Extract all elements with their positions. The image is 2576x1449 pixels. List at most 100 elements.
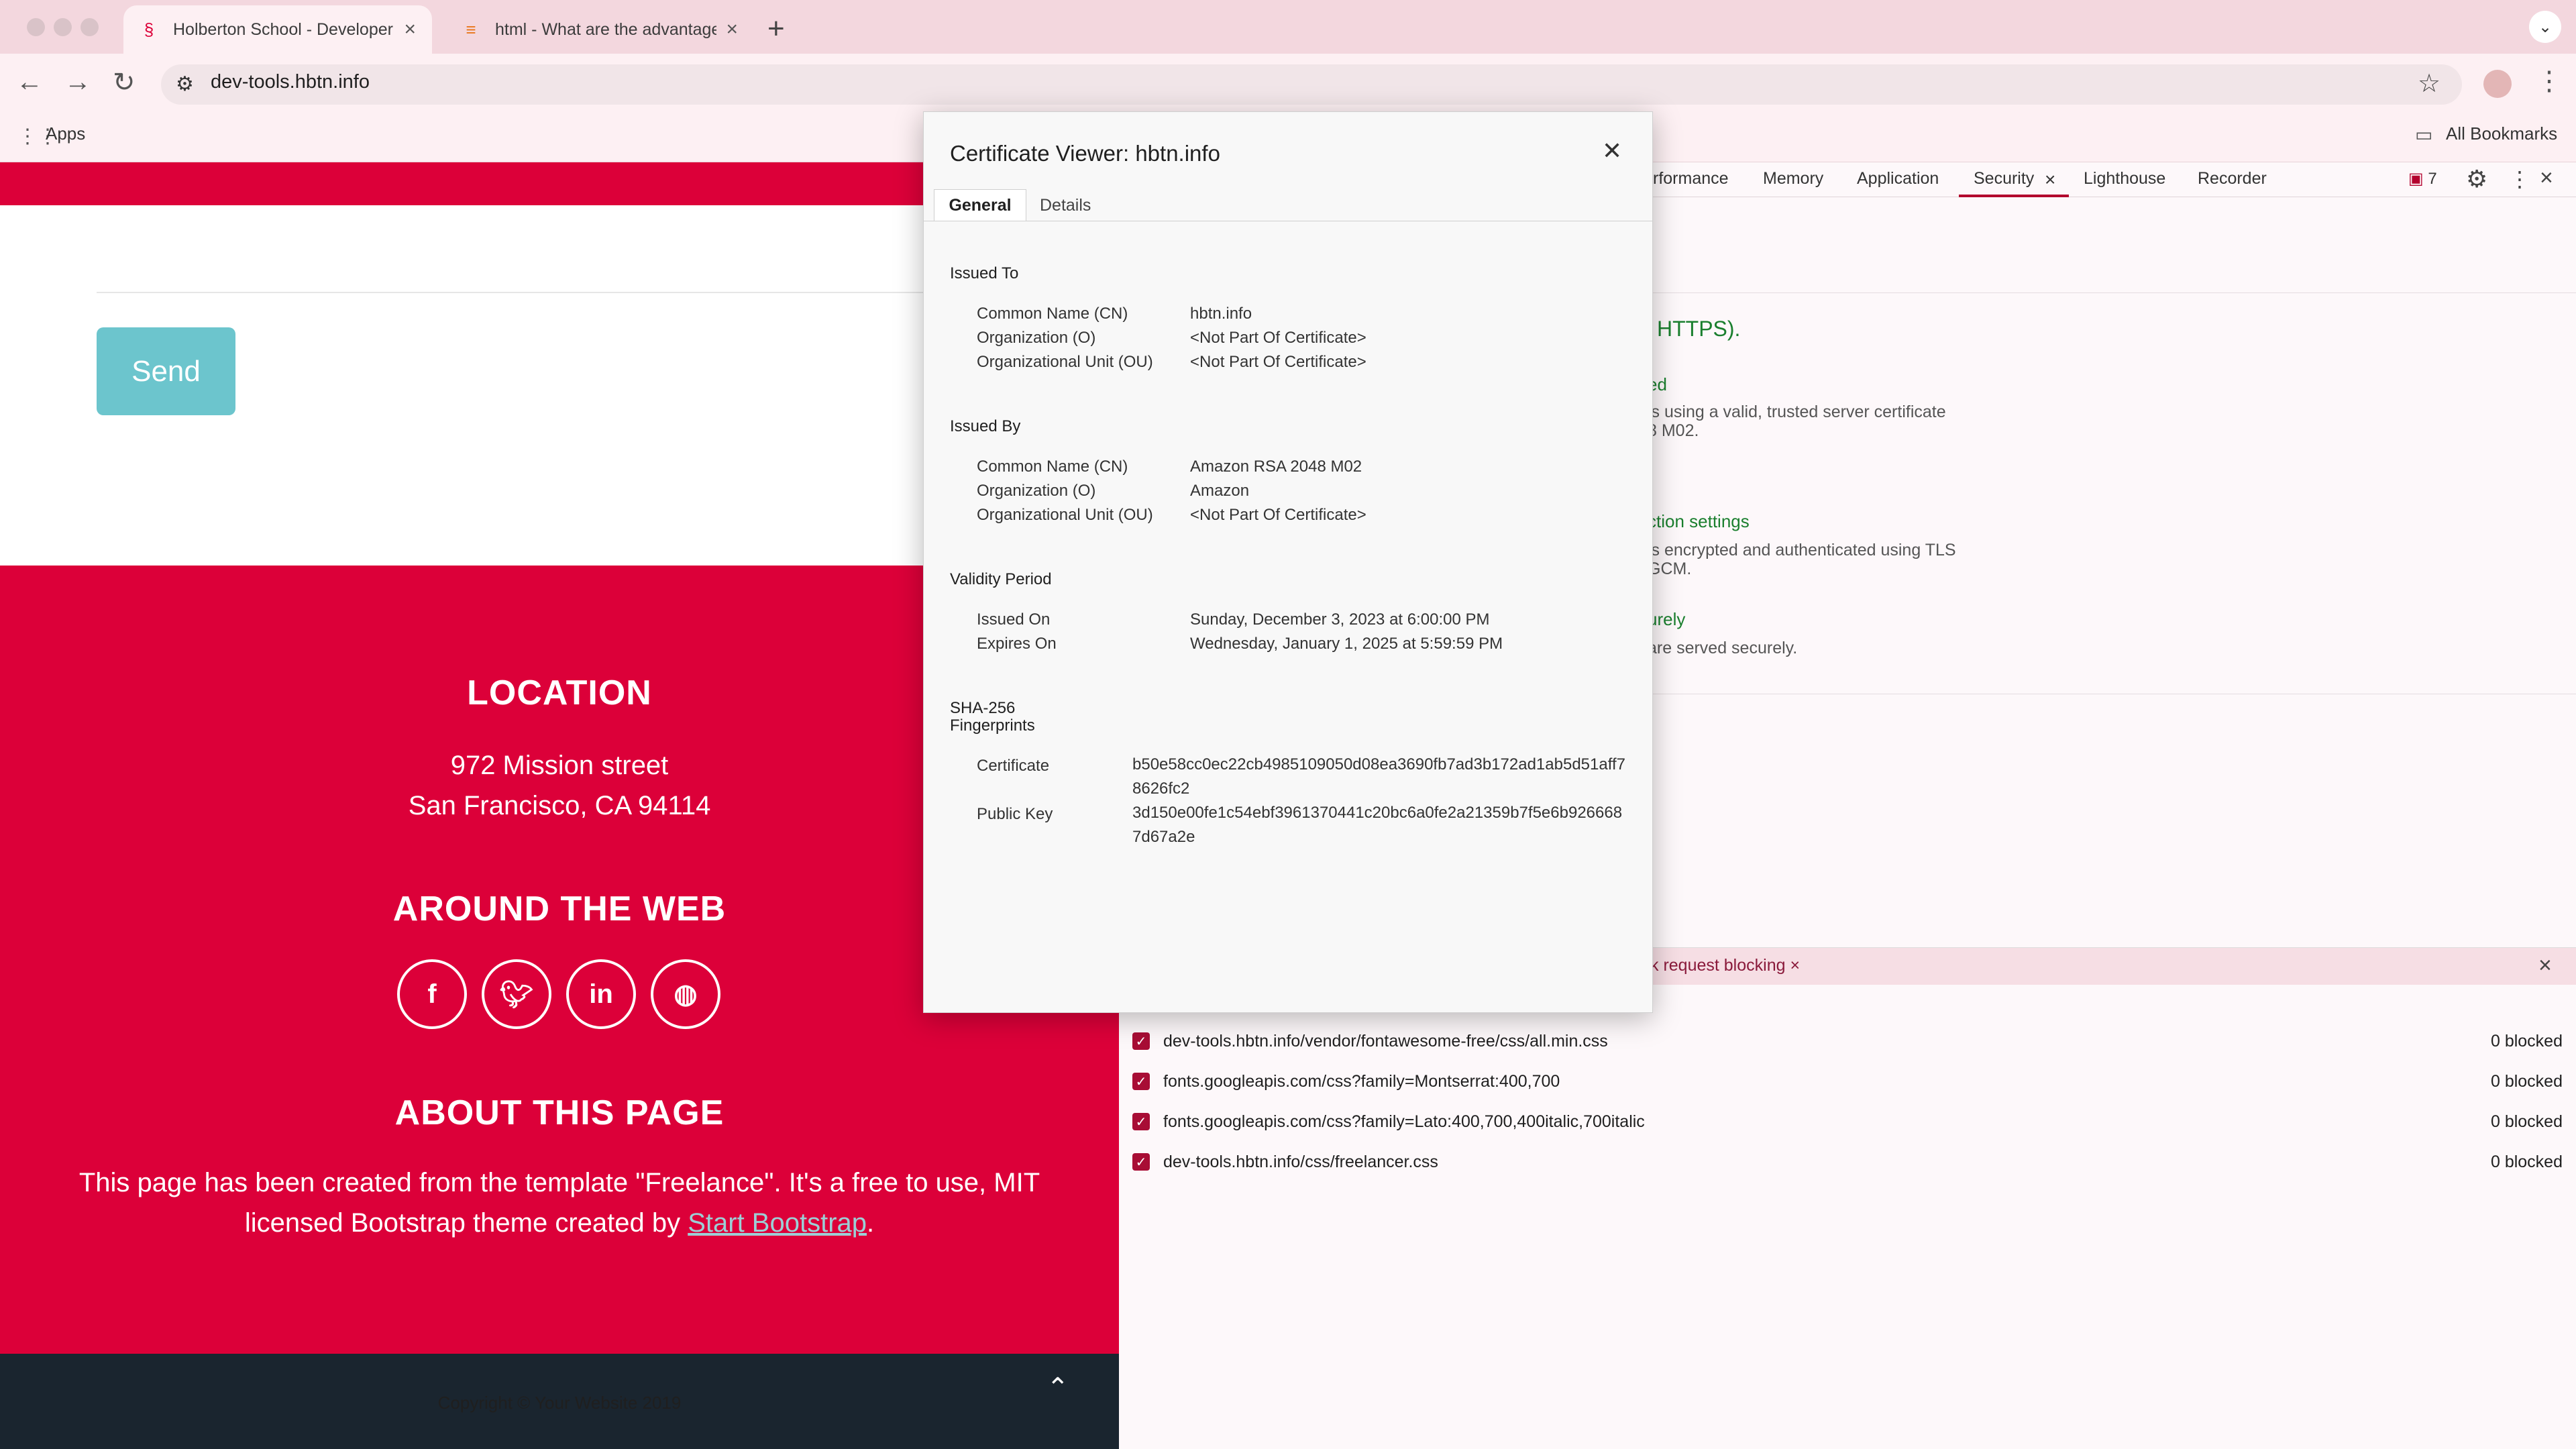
issued-by-heading: Issued By — [950, 417, 1021, 435]
cn-label: Common Name (CN) — [977, 458, 1128, 476]
window-zoom-light[interactable] — [80, 18, 99, 36]
tab-holberton[interactable]: § Holberton School - Developer Tools × — [123, 5, 432, 54]
close-icon[interactable]: ✕ — [1602, 137, 1622, 165]
tab-details[interactable]: Details — [1040, 196, 1091, 215]
tab-security[interactable]: Security — [1974, 169, 2034, 189]
checkbox-checked-icon[interactable]: ✓ — [1132, 1032, 1150, 1050]
tab-general[interactable]: General — [934, 189, 1026, 221]
o-value: Amazon — [1190, 482, 1250, 500]
ou-label: Organizational Unit (OU) — [977, 353, 1153, 371]
blocked-count: 0 blocked — [2490, 1112, 2563, 1131]
resources-line-1: are served securely. — [1648, 639, 1798, 657]
cert-fingerprint-value: b50e58cc0ec22cb4985109050d08ea3690fb7ad3… — [1132, 755, 1625, 798]
url-text[interactable]: dev-tools.hbtn.info — [211, 71, 370, 93]
linkedin-icon[interactable]: in — [566, 959, 636, 1029]
tab-lighthouse[interactable]: Lighthouse — [2084, 169, 2165, 189]
profile-avatar[interactable] — [2483, 70, 2512, 98]
gear-icon[interactable]: ⚙ — [2466, 165, 2487, 193]
blocked-pattern: fonts.googleapis.com/css?family=Lato:400… — [1163, 1112, 1645, 1131]
ou-value: <Not Part Of Certificate> — [1190, 506, 1366, 524]
tab-search-button[interactable]: ⌄ — [2529, 11, 2561, 43]
connection-heading: ction settings — [1648, 511, 1750, 531]
chrome-menu-icon[interactable]: ⋮ — [2536, 66, 2563, 97]
tab-title: Holberton School - Developer Tools — [173, 19, 394, 39]
dialog-title: Certificate Viewer: hbtn.info — [950, 141, 1220, 166]
tab-stackoverflow[interactable]: ≡ html - What are the advantages × — [445, 5, 754, 54]
cn-value: Amazon RSA 2048 M02 — [1190, 458, 1362, 476]
devtools-menu-icon[interactable]: ⋮ — [2509, 166, 2530, 192]
reload-icon[interactable]: ↻ — [113, 67, 136, 98]
checkbox-checked-icon[interactable]: ✓ — [1132, 1113, 1150, 1130]
stackoverflow-favicon-icon: ≡ — [466, 19, 476, 40]
key-fingerprint-label: Public Key — [977, 805, 1053, 823]
cert-line-2: 8 M02. — [1648, 421, 1699, 440]
blocked-pattern: dev-tools.hbtn.info/css/freelancer.css — [1163, 1152, 1438, 1171]
blocked-count: 0 blocked — [2490, 1031, 2563, 1051]
address-bar[interactable] — [161, 64, 2462, 105]
blocked-count: 0 blocked — [2490, 1152, 2563, 1171]
o-label: Organization (O) — [977, 329, 1096, 347]
validity-heading: Validity Period — [950, 570, 1052, 588]
tab-close-icon[interactable]: × — [726, 18, 738, 41]
o-label: Organization (O) — [977, 482, 1096, 500]
checkbox-checked-icon[interactable]: ✓ — [1132, 1073, 1150, 1090]
conn-line-2: GCM. — [1648, 559, 1692, 578]
folder-icon: ▭ — [2415, 124, 2433, 145]
tab-title: html - What are the advantages — [495, 19, 717, 39]
blocked-pattern-row[interactable]: ✓ fonts.googleapis.com/css?family=Montse… — [1132, 1068, 2563, 1095]
tab-application[interactable]: Application — [1857, 169, 1939, 189]
chevron-up-icon[interactable]: ⌃ — [1046, 1373, 1073, 1403]
blocked-pattern-row[interactable]: ✓ dev-tools.hbtn.info/vendor/fontawesome… — [1132, 1028, 2563, 1055]
devtools-close-icon[interactable]: × — [2540, 165, 2553, 191]
cn-label: Common Name (CN) — [977, 305, 1128, 323]
window-minimize-light[interactable] — [54, 18, 72, 36]
active-tab-indicator — [1959, 195, 2069, 197]
about-text-line-2: licensed Bootstrap theme created by Star… — [244, 1208, 875, 1238]
security-summary: HTTPS). — [1657, 317, 1741, 341]
o-value: <Not Part Of Certificate> — [1190, 329, 1366, 347]
fingerprints-heading-1: SHA-256 — [950, 699, 1016, 717]
expires-on-value: Wednesday, January 1, 2025 at 5:59:59 PM — [1190, 635, 1503, 653]
fingerprints-heading-2: Fingerprints — [950, 716, 1035, 735]
dribbble-icon[interactable]: ◍ — [651, 959, 720, 1029]
cert-line-1: is using a valid, trusted server certifi… — [1648, 402, 1946, 421]
site-info-icon[interactable]: ⚙ — [176, 72, 203, 97]
blocked-pattern: fonts.googleapis.com/css?family=Montserr… — [1163, 1071, 1560, 1091]
drawer-close-icon[interactable]: × — [2538, 953, 2552, 979]
blocked-count: 0 blocked — [2490, 1071, 2563, 1091]
blocked-pattern: dev-tools.hbtn.info/vendor/fontawesome-f… — [1163, 1031, 1608, 1051]
start-bootstrap-link[interactable]: Start Bootstrap — [688, 1208, 867, 1238]
issued-on-value: Sunday, December 3, 2023 at 6:00:00 PM — [1190, 610, 1490, 629]
issued-to-heading: Issued To — [950, 264, 1019, 282]
security-tab-close-icon[interactable]: × — [2045, 169, 2055, 191]
blocked-pattern-row[interactable]: ✓ dev-tools.hbtn.info/css/freelancer.css… — [1132, 1148, 2563, 1175]
tab-recorder[interactable]: Recorder — [2198, 169, 2267, 189]
cert-fingerprint-label: Certificate — [977, 757, 1050, 775]
tab-memory[interactable]: Memory — [1763, 169, 1823, 189]
checkbox-checked-icon[interactable]: ✓ — [1132, 1153, 1150, 1171]
conn-line-1: is encrypted and authenticated using TLS — [1648, 541, 1956, 559]
tab-close-icon[interactable]: × — [404, 18, 416, 41]
facebook-icon[interactable]: f — [397, 959, 467, 1029]
tab-network-request-blocking[interactable]: k request blocking × — [1650, 956, 1800, 975]
tab-performance[interactable]: rformance — [1653, 169, 1729, 189]
issues-badge[interactable]: ▣ 7 — [2408, 169, 2437, 189]
resources-heading: urely — [1648, 609, 1686, 629]
drawer-tab-close-icon[interactable]: × — [1790, 956, 1800, 975]
all-bookmarks[interactable]: All Bookmarks — [2446, 123, 2557, 144]
certificate-viewer-dialog — [923, 111, 1653, 1013]
issues-icon: ▣ — [2408, 170, 2428, 188]
forward-arrow-icon[interactable]: → — [64, 67, 91, 97]
window-close-light[interactable] — [27, 18, 45, 36]
ou-label: Organizational Unit (OU) — [977, 506, 1153, 524]
blocked-pattern-row[interactable]: ✓ fonts.googleapis.com/css?family=Lato:4… — [1132, 1108, 2563, 1135]
twitter-icon[interactable]: 🐦︎ — [482, 959, 551, 1029]
about-text-line-1: This page has been created from the temp… — [78, 1168, 1040, 1197]
back-arrow-icon[interactable]: ← — [16, 67, 43, 97]
bookmark-star-icon[interactable]: ☆ — [2418, 68, 2440, 99]
issued-on-label: Issued On — [977, 610, 1051, 629]
new-tab-button[interactable]: + — [767, 12, 785, 46]
send-button[interactable]: Send — [97, 327, 235, 415]
key-fingerprint-value: 3d150e00fe1c54ebf3961370441c20bc6a0fe2a2… — [1132, 804, 1623, 846]
apps-bookmark[interactable]: Apps — [46, 123, 85, 144]
